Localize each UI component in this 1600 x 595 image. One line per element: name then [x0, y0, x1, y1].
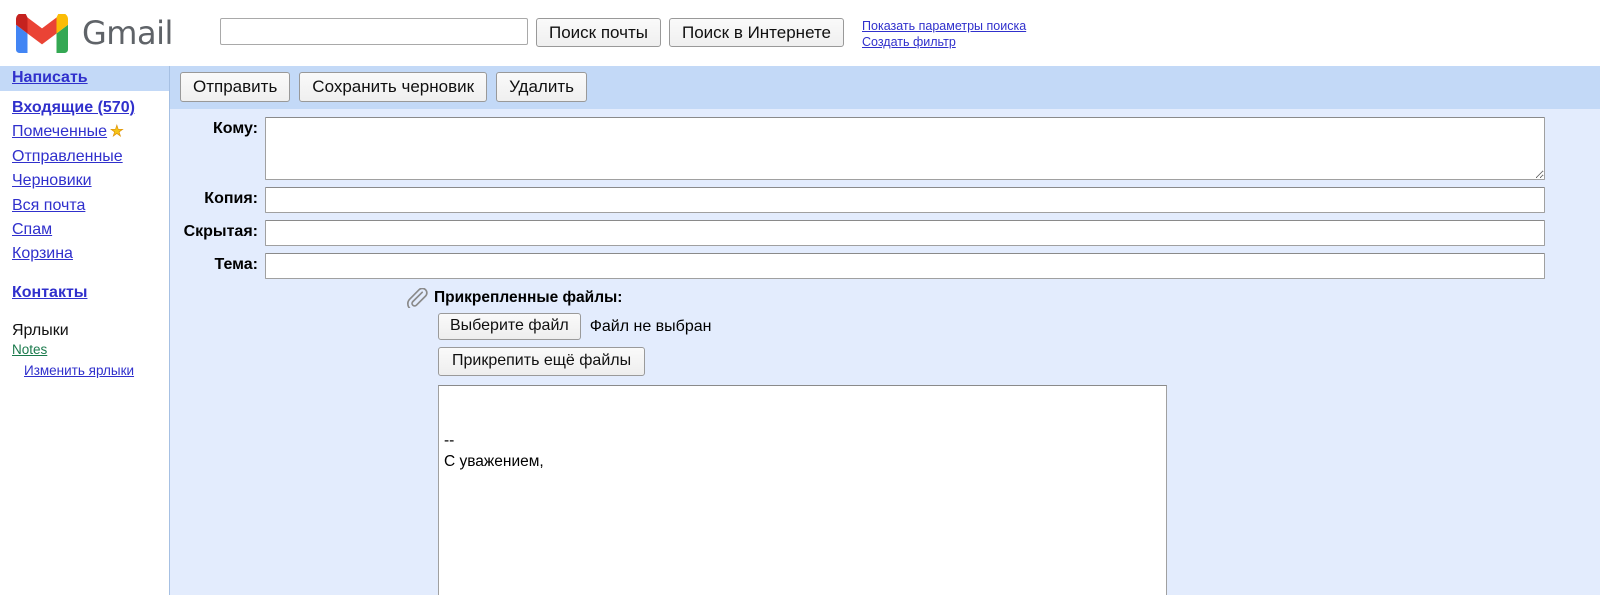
gmail-wordmark: Gmail [82, 14, 173, 52]
sidebar-item-spam[interactable]: Спам [12, 221, 169, 239]
attachments-header: Прикрепленные файлы: [170, 288, 1600, 309]
sidebar-item-label[interactable]: Помеченные [12, 123, 107, 140]
field-row-to: Кому: [170, 117, 1600, 181]
sidebar-item-compose[interactable]: Написать [0, 66, 169, 91]
star-icon: ★ [110, 123, 124, 141]
edit-labels-link[interactable]: Изменить ярлыки [24, 363, 134, 378]
file-status-text: Файл не выбран [589, 317, 712, 335]
cc-input[interactable] [265, 187, 1545, 214]
sidebar-item-all-mail[interactable]: Вся почта [12, 197, 169, 215]
to-field-label: Кому: [213, 120, 258, 138]
sidebar-item-sent[interactable]: Отправленные [12, 148, 169, 166]
field-row-subject: Тема: [170, 253, 1600, 280]
compose-link-label[interactable]: Написать [12, 69, 88, 86]
message-body-input[interactable] [438, 385, 1167, 595]
brand-area: Gmail [16, 13, 206, 53]
sidebar-item-label[interactable]: Входящие (570) [12, 99, 135, 116]
sidebar-item-label[interactable]: Вся почта [12, 197, 85, 214]
sidebar-item-inbox[interactable]: Входящие (570) [12, 99, 169, 117]
bcc-input[interactable] [265, 220, 1545, 247]
discard-button[interactable]: Удалить [496, 72, 587, 103]
field-row-cc: Копия: [170, 187, 1600, 214]
choose-file-button[interactable]: Выберите файл [438, 313, 581, 341]
bcc-field-control [265, 220, 1600, 247]
bcc-field-label: Скрытая: [183, 223, 258, 241]
save-draft-button[interactable]: Сохранить черновик [299, 72, 488, 103]
attach-more-row: Прикрепить ещё файлы [170, 347, 1600, 377]
compose-toolbar: Отправить Сохранить черновик Удалить [170, 66, 1600, 110]
header-links: Показать параметры поиска Создать фильтр [862, 18, 1026, 51]
subject-input[interactable] [265, 253, 1545, 280]
compose-panel: Отправить Сохранить черновик Удалить Ком… [170, 66, 1600, 595]
paperclip-icon [406, 288, 428, 309]
message-body-wrap [170, 385, 1600, 595]
field-row-bcc: Скрытая: [170, 220, 1600, 247]
show-search-options-link[interactable]: Показать параметры поиска [862, 18, 1026, 34]
labels-section: Ярлыки Notes Изменить ярлыки [0, 322, 169, 380]
sidebar-item-label[interactable]: Черновики [12, 172, 92, 189]
cc-field-label: Копия: [204, 190, 258, 208]
sidebar-item-label[interactable]: Корзина [12, 245, 73, 262]
sidebar: Написать Входящие (570) Помеченные ★ Отпр… [0, 66, 170, 595]
sidebar-divider-gap [12, 270, 169, 284]
sidebar-item-trash[interactable]: Корзина [12, 245, 169, 263]
label-item-label[interactable]: Notes [12, 342, 47, 357]
to-field-control [265, 117, 1600, 181]
sidebar-item-label[interactable]: Контакты [12, 284, 87, 301]
sidebar-divider-gap-2 [12, 308, 169, 322]
attach-more-files-button[interactable]: Прикрепить ещё файлы [438, 347, 646, 377]
attachments-title: Прикрепленные файлы: [434, 289, 623, 307]
app-header: Gmail Поиск почты Поиск в Интернете Пока… [0, 0, 1600, 66]
sidebar-item-drafts[interactable]: Черновики [12, 172, 169, 190]
sidebar-nav: Входящие (570) Помеченные ★ Отправленные … [0, 91, 169, 322]
search-mail-button[interactable]: Поиск почты [536, 17, 661, 47]
search-web-button[interactable]: Поиск в Интернете [668, 17, 845, 47]
send-button[interactable]: Отправить [180, 72, 291, 103]
labels-heading: Ярлыки [12, 322, 69, 340]
main-layout: Написать Входящие (570) Помеченные ★ Отпр… [0, 66, 1600, 595]
subject-field-control [265, 253, 1600, 280]
sidebar-item-contacts[interactable]: Контакты [12, 284, 169, 302]
sidebar-item-label[interactable]: Отправленные [12, 148, 123, 165]
search-area: Поиск почты Поиск в Интернете Показать п… [220, 16, 1026, 51]
cc-field-control [265, 187, 1600, 214]
sidebar-item-starred[interactable]: Помеченные ★ [12, 123, 169, 141]
edit-labels-row[interactable]: Изменить ярлыки [12, 362, 169, 380]
sidebar-item-label[interactable]: Спам [12, 221, 52, 238]
label-item-notes[interactable]: Notes [12, 341, 169, 359]
subject-field-label: Тема: [214, 256, 258, 274]
compose-form: Кому: Копия: Скрытая: Тема: Прикрепленны… [170, 109, 1600, 595]
to-input[interactable] [265, 117, 1545, 181]
create-filter-link[interactable]: Создать фильтр [862, 34, 1026, 50]
file-picker-row: Выберите файл Файл не выбран [170, 313, 1600, 341]
search-input[interactable] [220, 17, 528, 45]
gmail-logo-icon [16, 13, 68, 53]
